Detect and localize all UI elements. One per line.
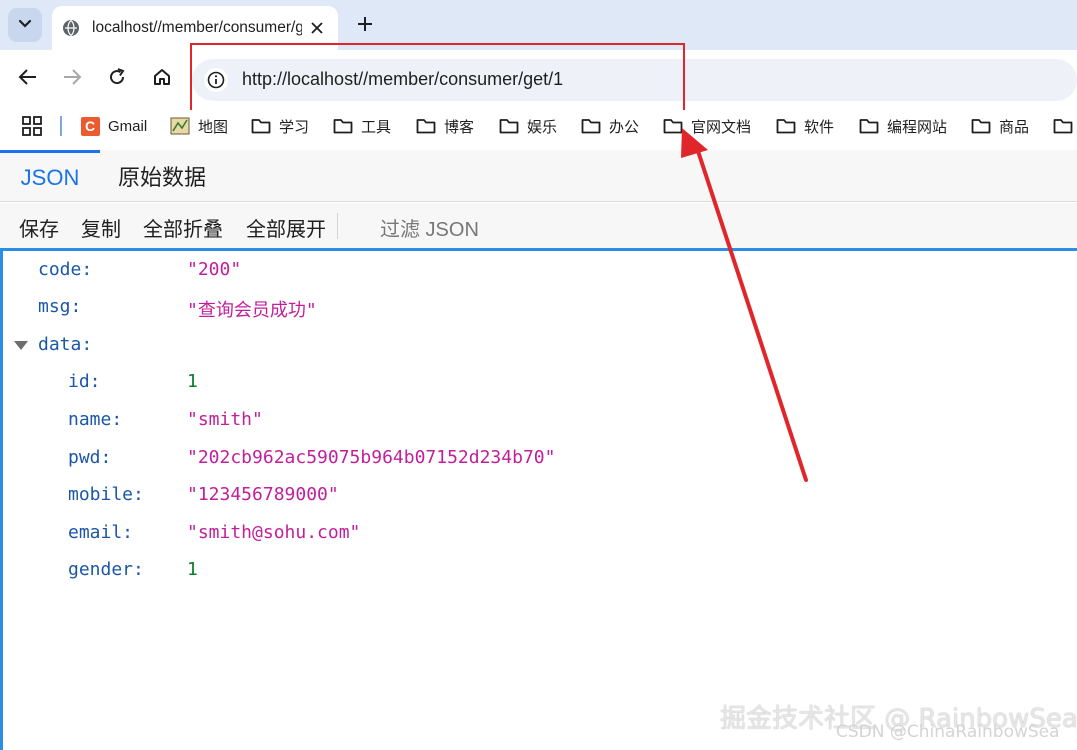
bookmark-folder-docs[interactable]: 官网文档 <box>663 114 751 138</box>
folder-icon <box>1053 117 1073 135</box>
json-row-pwd: pwd: "202cb962ac59075b964b07152d234b70" <box>3 447 703 473</box>
json-row-name: name: "smith" <box>3 409 703 435</box>
home-icon <box>152 67 172 92</box>
bookmark-label: 办公 <box>609 118 640 136</box>
expand-all-button[interactable]: 全部展开 <box>246 213 326 242</box>
bookmark-label: 软件 <box>804 118 835 136</box>
bookmark-folder-blog[interactable]: 博客 <box>416 114 474 138</box>
tab-raw-data[interactable]: 原始数据 <box>118 150 206 202</box>
bookmark-folder-software[interactable]: 软件 <box>776 114 834 138</box>
globe-icon <box>62 19 80 37</box>
json-number-value: 1 <box>187 371 198 392</box>
json-viewer-toolbar: 保存 复制 全部折叠 全部展开 过滤 JSON <box>0 203 1077 251</box>
json-string-value: "123456789000" <box>187 484 339 505</box>
back-button[interactable] <box>14 65 42 93</box>
json-row-code: code: "200" <box>3 259 603 285</box>
bookmark-label: 官网文档 <box>691 118 752 136</box>
json-row-mobile: mobile: "123456789000" <box>3 484 703 510</box>
json-key: code: <box>38 259 93 280</box>
bookmark-folder-goods[interactable]: 商品 <box>971 114 1029 138</box>
json-key: email: <box>68 522 134 543</box>
json-row-msg: msg: "查询会员成功" <box>3 296 603 322</box>
json-key: name: <box>68 409 123 430</box>
bookmark-gmail[interactable]: C Gmail <box>80 114 147 138</box>
json-string-value: "smith@sohu.com" <box>187 522 361 543</box>
json-string-value: "smith" <box>187 409 263 430</box>
json-row-gender: gender: 1 <box>3 559 703 585</box>
tab-title: localhost//member/consumer/get/1 <box>92 19 302 36</box>
json-row-email: email: "smith@sohu.com" <box>3 522 703 548</box>
watermark-sub: CSDN @ChinaRainbowSea <box>836 722 1060 742</box>
json-row-data[interactable]: data: <box>3 334 603 360</box>
map-icon <box>170 117 190 135</box>
home-button[interactable] <box>148 65 176 93</box>
reload-button[interactable] <box>103 65 131 93</box>
gmail-icon: C <box>80 116 100 136</box>
tab-search-button[interactable] <box>8 8 42 42</box>
folder-icon <box>776 117 796 135</box>
bookmark-label: 娱乐 <box>527 118 558 136</box>
folder-icon <box>499 117 519 135</box>
bookmarks-bar: C Gmail 地图 学习 工具 博客 娱乐 办公 官网文档 软件 编程网站 商… <box>0 110 1077 142</box>
collapse-all-button[interactable]: 全部折叠 <box>143 213 223 242</box>
json-tree: code: "200" msg: "查询会员成功" data: id: 1 na… <box>0 251 1077 750</box>
bookmark-map[interactable]: 地图 <box>170 114 228 138</box>
folder-icon <box>859 117 879 135</box>
folder-icon <box>333 117 353 135</box>
json-row-id: id: 1 <box>3 371 703 397</box>
apps-grid-icon[interactable] <box>22 116 42 136</box>
copy-button[interactable]: 复制 <box>81 213 121 242</box>
folder-icon <box>416 117 436 135</box>
reload-icon <box>107 67 127 92</box>
chevron-down-icon <box>18 16 32 34</box>
plus-icon <box>357 16 373 37</box>
annotation-highlight-box <box>190 43 685 117</box>
bookmarks-divider <box>60 116 62 136</box>
json-key: pwd: <box>68 447 112 468</box>
json-viewer-tabs: JSON 原始数据 <box>0 150 1077 202</box>
bookmark-label: 地图 <box>198 118 229 136</box>
json-key: msg: <box>38 296 82 317</box>
bookmark-label: 学习 <box>279 118 310 136</box>
toolbar-divider <box>337 213 338 239</box>
bookmark-folder-overflow[interactable] <box>1053 114 1077 138</box>
bookmark-folder-tools[interactable]: 工具 <box>333 114 391 138</box>
forward-button[interactable] <box>58 65 86 93</box>
arrow-right-icon <box>62 68 82 91</box>
json-key: mobile: <box>68 484 144 505</box>
bookmark-label: 商品 <box>999 118 1030 136</box>
close-icon[interactable] <box>306 17 328 39</box>
save-button[interactable]: 保存 <box>19 213 59 242</box>
json-number-value: 1 <box>187 559 198 580</box>
json-string-value: "200" <box>187 259 242 280</box>
json-key: data: <box>38 334 93 355</box>
folder-icon <box>663 117 683 135</box>
json-string-value: "查询会员成功" <box>187 300 317 321</box>
bookmark-folder-entertainment[interactable]: 娱乐 <box>499 114 557 138</box>
new-tab-button[interactable] <box>352 13 378 39</box>
bookmark-label: 工具 <box>361 118 392 136</box>
bookmark-folder-programming[interactable]: 编程网站 <box>859 114 947 138</box>
tab-json[interactable]: JSON <box>0 150 100 202</box>
arrow-left-icon <box>18 68 38 91</box>
bookmark-label: 博客 <box>444 118 475 136</box>
filter-json-input[interactable]: 过滤 JSON <box>380 213 479 242</box>
folder-icon <box>581 117 601 135</box>
bookmark-label: Gmail <box>108 117 148 135</box>
json-key: gender: <box>68 559 144 580</box>
folder-icon <box>971 117 991 135</box>
bookmark-folder-office[interactable]: 办公 <box>581 114 639 138</box>
json-string-value: "202cb962ac59075b964b07152d234b70" <box>187 447 556 468</box>
bookmark-folder-study[interactable]: 学习 <box>251 114 309 138</box>
collapse-triangle-icon[interactable] <box>14 341 28 350</box>
json-key: id: <box>68 371 101 392</box>
folder-icon <box>251 117 271 135</box>
bookmark-label: 编程网站 <box>887 118 948 136</box>
